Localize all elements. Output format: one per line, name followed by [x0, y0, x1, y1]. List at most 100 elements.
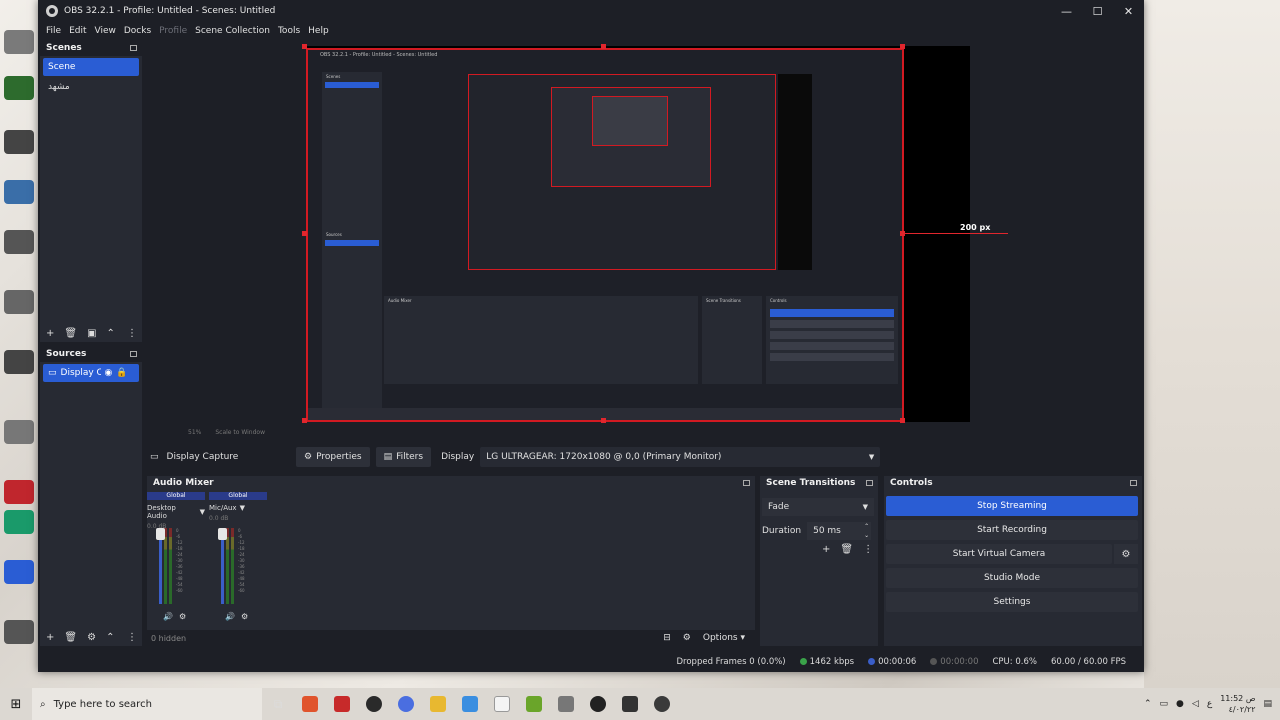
more-options-icon[interactable]: ⋮ — [127, 328, 137, 339]
source-settings-gear-icon[interactable]: ⚙ — [87, 632, 96, 643]
desktop-icon[interactable] — [4, 230, 34, 254]
options-button[interactable]: Options ▾ — [703, 633, 745, 643]
layout-toggle-icon[interactable]: ⊟ — [663, 633, 671, 643]
maximize-button[interactable]: ☐ — [1082, 0, 1113, 22]
advanced-audio-icon[interactable]: ⚙ — [683, 633, 691, 643]
app-icon[interactable] — [550, 688, 582, 720]
volume-fader[interactable] — [156, 528, 165, 604]
undock-icon[interactable] — [130, 45, 137, 51]
channel-settings-icon[interactable]: ⚙ — [179, 612, 186, 621]
lock-icon[interactable]: 🔒 — [116, 368, 127, 378]
resize-handle[interactable] — [601, 44, 606, 49]
brave-browser-icon[interactable] — [294, 688, 326, 720]
nvidia-icon[interactable] — [518, 688, 550, 720]
fader-knob[interactable] — [156, 528, 165, 540]
remove-source-icon[interactable]: 🗑 — [64, 632, 77, 643]
network-icon[interactable]: ▭ — [1160, 699, 1169, 709]
more-options-icon[interactable]: ⋮ — [127, 632, 137, 643]
language-indicator[interactable]: ع — [1207, 699, 1212, 709]
move-up-icon[interactable]: ⌃ — [106, 632, 114, 643]
more-options-icon[interactable]: ⋮ — [863, 544, 873, 555]
speaker-icon[interactable]: 🔊 — [163, 612, 173, 621]
remove-scene-icon[interactable]: 🗑 — [64, 328, 77, 339]
desktop-icon[interactable] — [4, 420, 34, 444]
steam-icon[interactable] — [358, 688, 390, 720]
resize-handle[interactable] — [302, 418, 307, 423]
spin-arrows[interactable]: ⌃ ⌄ — [864, 522, 869, 540]
channel-name[interactable]: Mic/Aux ▼ — [209, 504, 267, 512]
desktop-icon[interactable] — [4, 290, 34, 314]
app-icon[interactable] — [582, 688, 614, 720]
taskbar-search[interactable]: ⌕ Type here to search — [32, 688, 262, 720]
properties-button[interactable]: ⚙ Properties — [296, 447, 370, 467]
studio-mode-button[interactable]: Studio Mode — [886, 568, 1138, 588]
app-icon[interactable] — [326, 688, 358, 720]
menu-view[interactable]: View — [91, 26, 120, 36]
scene-item-arabic[interactable]: مشهد — [43, 78, 139, 96]
channel-settings-icon[interactable]: ⚙ — [241, 612, 248, 621]
add-transition-icon[interactable]: + — [822, 544, 830, 555]
obs-taskbar-icon[interactable] — [646, 688, 678, 720]
scene-filters-icon[interactable]: ▣ — [87, 328, 96, 339]
virtual-camera-settings-gear-icon[interactable]: ⚙ — [1114, 544, 1138, 564]
resize-handle[interactable] — [601, 418, 606, 423]
notifications-icon[interactable]: ▤ — [1263, 699, 1272, 709]
visibility-eye-icon[interactable]: ◉ — [105, 368, 113, 378]
start-virtual-camera-button[interactable]: Start Virtual Camera — [886, 544, 1112, 564]
menu-file[interactable]: File — [42, 26, 65, 36]
task-view-icon[interactable]: ⧉ — [262, 688, 294, 720]
title-bar[interactable]: OBS 32.2.1 - Profile: Untitled - Scenes:… — [38, 0, 1144, 22]
resize-handle[interactable] — [302, 44, 307, 49]
tray-overflow-icon[interactable]: ⌃ — [1144, 699, 1152, 709]
undock-icon[interactable] — [866, 480, 873, 486]
volume-fader[interactable] — [218, 528, 227, 604]
notepad-icon[interactable] — [486, 688, 518, 720]
add-scene-icon[interactable]: + — [46, 328, 54, 339]
desktop-icon[interactable] — [4, 180, 34, 204]
menu-profile[interactable]: Profile — [155, 26, 191, 36]
fader-knob[interactable] — [218, 528, 227, 540]
menu-scene-collection[interactable]: Scene Collection — [191, 26, 274, 36]
undock-icon[interactable] — [743, 480, 750, 486]
menu-help[interactable]: Help — [304, 26, 333, 36]
remove-transition-icon[interactable]: 🗑 — [840, 544, 853, 555]
duration-input[interactable]: 50 ms ⌃ ⌄ — [807, 522, 872, 540]
undock-icon[interactable] — [1130, 480, 1137, 486]
zoom-value[interactable]: 51% — [188, 429, 201, 436]
scene-item-scene[interactable]: Scene — [43, 58, 139, 76]
menu-docks[interactable]: Docks — [120, 26, 155, 36]
minimize-button[interactable]: — — [1051, 0, 1082, 22]
desktop-icon[interactable] — [4, 130, 34, 154]
display-select[interactable]: LG ULTRAGEAR: 1720x1080 @ 0,0 (Primary M… — [480, 447, 881, 467]
desktop-icon[interactable] — [4, 560, 34, 584]
zoom-mode[interactable]: Scale to Window — [215, 429, 265, 436]
add-source-icon[interactable]: + — [46, 632, 54, 643]
menu-edit[interactable]: Edit — [65, 26, 90, 36]
start-recording-button[interactable]: Start Recording — [886, 520, 1138, 540]
resize-handle[interactable] — [900, 418, 905, 423]
resize-handle[interactable] — [302, 231, 307, 236]
channel-name[interactable]: Desktop Audio ▼ — [147, 504, 205, 520]
desktop-icon[interactable] — [4, 30, 34, 54]
settings-button[interactable]: Settings — [886, 592, 1138, 612]
desktop-icon[interactable] — [4, 76, 34, 100]
store-icon[interactable] — [454, 688, 486, 720]
volume-icon[interactable]: ◁ — [1192, 699, 1199, 709]
file-explorer-icon[interactable] — [422, 688, 454, 720]
move-up-icon[interactable]: ⌃ — [107, 328, 115, 339]
chrome-icon[interactable] — [390, 688, 422, 720]
clock[interactable]: 11:52 ص ٤/٠٢/٢٢ — [1220, 693, 1255, 715]
source-item-display-capture[interactable]: ▭ Display Ca ◉ 🔒 — [43, 364, 139, 382]
close-button[interactable]: ✕ — [1113, 0, 1144, 22]
nested-capture-display[interactable]: OBS 32.2.1 - Profile: Untitled - Scenes:… — [306, 48, 904, 422]
desktop-icon[interactable] — [4, 480, 34, 504]
windows-start-icon[interactable]: ⊞ — [0, 688, 32, 720]
undock-icon[interactable] — [130, 351, 137, 357]
filters-button[interactable]: ▤ Filters — [375, 447, 432, 467]
resize-handle[interactable] — [900, 44, 905, 49]
microphone-icon[interactable]: ● — [1176, 699, 1184, 709]
desktop-icon[interactable] — [4, 620, 34, 644]
desktop-icon[interactable] — [4, 350, 34, 374]
speaker-icon[interactable]: 🔊 — [225, 612, 235, 621]
desktop-icon[interactable] — [4, 510, 34, 534]
